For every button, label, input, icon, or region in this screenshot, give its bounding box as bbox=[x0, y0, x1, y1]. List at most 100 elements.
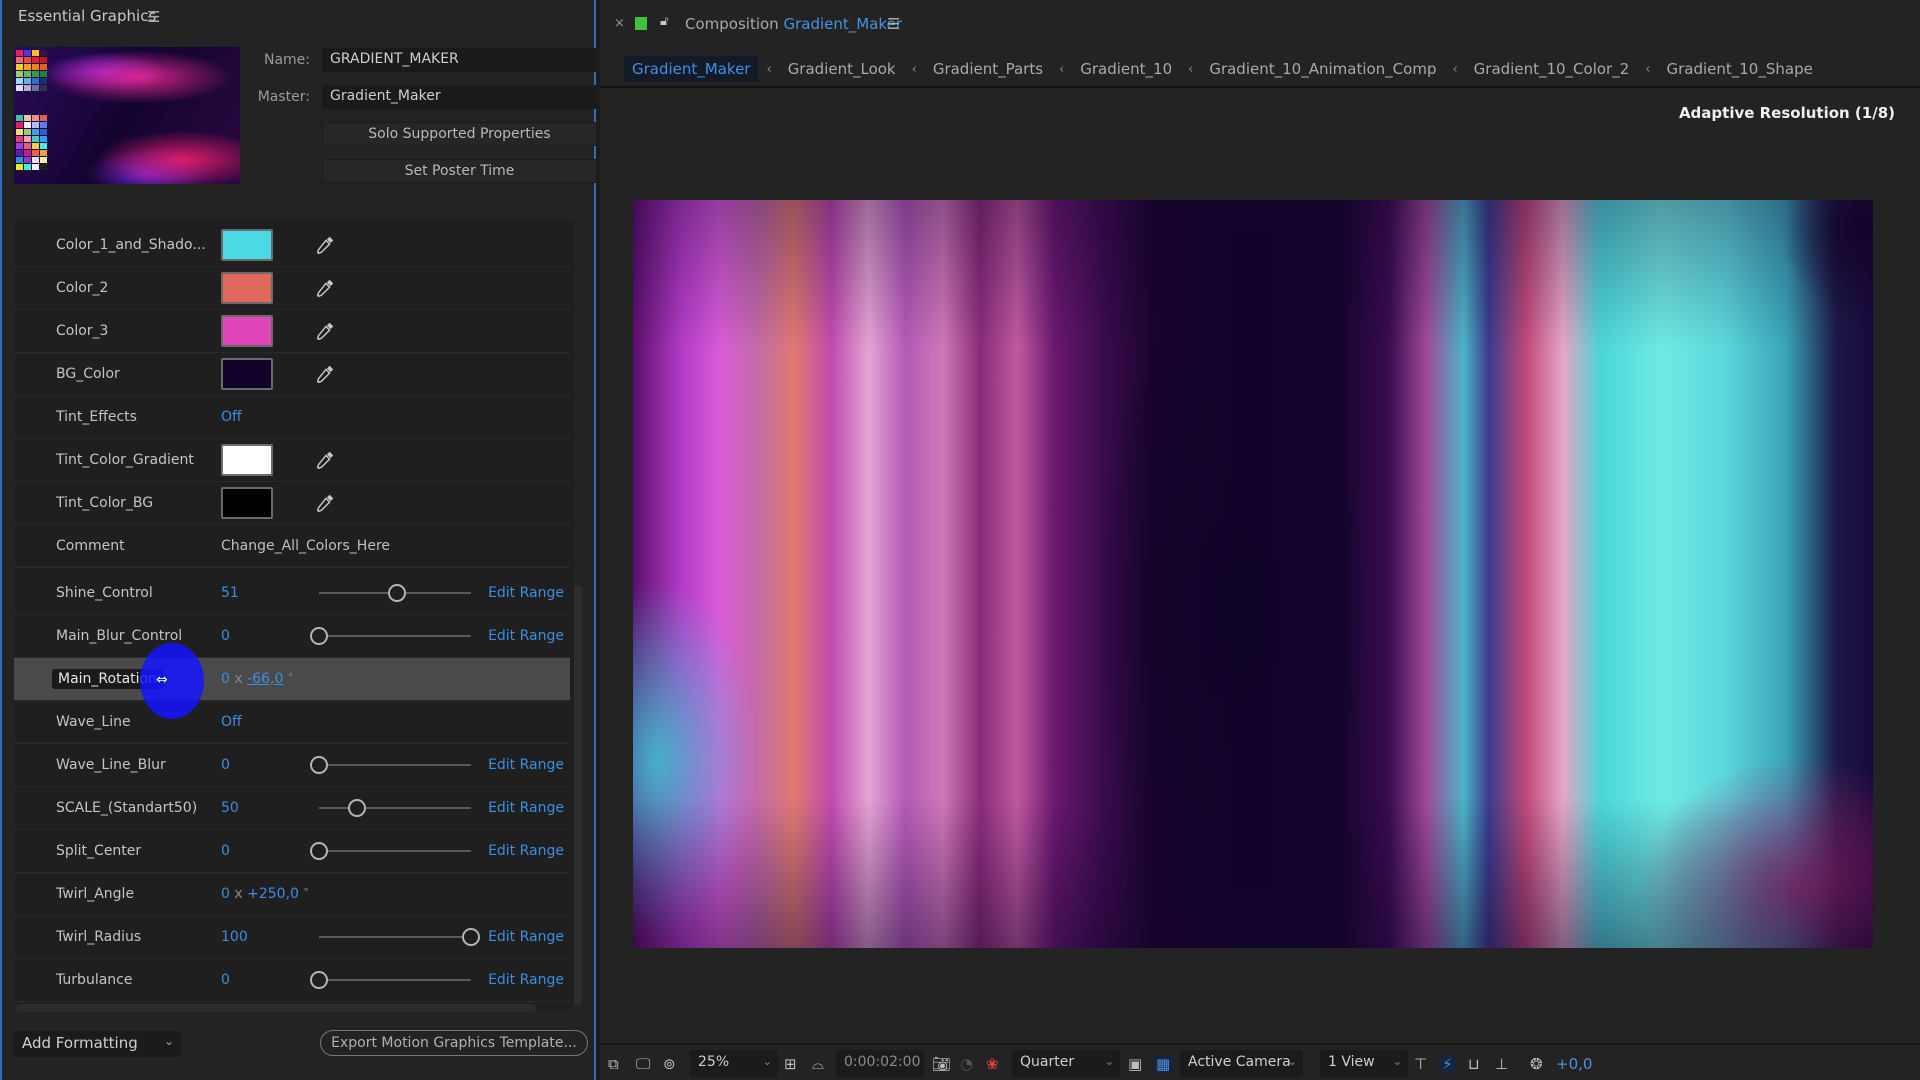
resolution-dropdown[interactable]: Quarter ⌄ bbox=[1012, 1050, 1120, 1077]
property-label[interactable]: SCALE_(Standart50) bbox=[56, 800, 197, 816]
breadcrumb-item[interactable]: Gradient_Maker bbox=[624, 56, 759, 82]
property-row[interactable]: Comment Change_All_Colors_Here bbox=[14, 525, 570, 568]
slider-thumb[interactable] bbox=[310, 842, 328, 860]
property-row[interactable]: Twirl_Radius 100 Edit Range bbox=[14, 916, 570, 959]
slider-value[interactable]: 100 bbox=[221, 929, 248, 945]
eyedropper-icon[interactable] bbox=[314, 449, 336, 471]
flowchart-icon[interactable]: ⊥ bbox=[1495, 1055, 1508, 1073]
eyedropper-icon[interactable] bbox=[314, 363, 336, 385]
property-label[interactable]: Shine_Control bbox=[56, 585, 153, 601]
slider-track[interactable] bbox=[319, 850, 471, 852]
mask-visibility-icon[interactable]: ⊚ bbox=[663, 1055, 676, 1073]
composition-preview[interactable] bbox=[633, 200, 1873, 948]
property-row[interactable]: Tint_Color_Gradient bbox=[14, 439, 570, 482]
view-layout-dropdown[interactable]: 1 View ⌄ bbox=[1320, 1050, 1408, 1077]
angle-degrees[interactable]: +250,0 bbox=[247, 886, 299, 902]
add-formatting-dropdown[interactable]: Add Formatting ⌄ bbox=[14, 1031, 182, 1057]
property-row[interactable]: Turbulance 0 Edit Range bbox=[14, 959, 570, 1002]
camera-view-dropdown[interactable]: Active Camera ⌄ bbox=[1180, 1050, 1303, 1077]
breadcrumb-item[interactable]: Gradient_10_Shape bbox=[1658, 56, 1820, 82]
slider-thumb[interactable] bbox=[348, 799, 366, 817]
property-slider[interactable] bbox=[319, 584, 471, 602]
angle-value[interactable]: 0 x +250,0 ° bbox=[221, 886, 309, 902]
eyedropper-icon[interactable] bbox=[314, 320, 336, 342]
toggle-pixel-aspect-icon[interactable]: ⊤ bbox=[1414, 1055, 1427, 1073]
property-label[interactable]: Color_2 bbox=[56, 280, 108, 296]
property-row[interactable]: Tint_Effects Off bbox=[14, 396, 570, 439]
composition-tab[interactable]: × 🔓︎ Composition Gradient_Maker ☰ bbox=[600, 0, 1920, 48]
property-label[interactable]: Comment bbox=[56, 538, 125, 554]
label-color-swatch[interactable] bbox=[635, 17, 647, 30]
property-slider[interactable] bbox=[319, 928, 480, 946]
timeline-icon[interactable]: ⊔ bbox=[1468, 1055, 1480, 1073]
current-time-display[interactable]: 0:00:02:00 bbox=[836, 1050, 924, 1077]
color-channels-icon[interactable]: ❀ bbox=[986, 1055, 999, 1073]
edit-range-link[interactable]: Edit Range bbox=[488, 972, 564, 988]
property-label[interactable]: Main_Blur_Control bbox=[56, 628, 182, 644]
property-row[interactable]: Split_Center 0 Edit Range bbox=[14, 830, 570, 873]
color-swatch[interactable] bbox=[221, 315, 273, 347]
property-row[interactable]: Main_Rotation 0 x -66,0 ° bbox=[14, 658, 570, 701]
edit-range-link[interactable]: Edit Range bbox=[488, 585, 564, 601]
breadcrumb-item[interactable]: Gradient_Parts bbox=[925, 56, 1051, 82]
lock-icon[interactable]: 🔓︎ bbox=[660, 14, 668, 29]
property-row[interactable]: BG_Color bbox=[14, 353, 570, 396]
angle-degrees[interactable]: -66,0 bbox=[247, 671, 283, 687]
eyedropper-icon[interactable] bbox=[314, 492, 336, 514]
degree-symbol[interactable]: ° bbox=[288, 671, 294, 684]
hamburger-menu-icon[interactable]: ☰ bbox=[887, 15, 900, 33]
export-motion-graphics-template-button[interactable]: Export Motion Graphics Template... bbox=[320, 1030, 588, 1056]
close-tab-icon[interactable]: × bbox=[614, 16, 625, 31]
angle-revolutions[interactable]: 0 bbox=[221, 671, 230, 687]
transparency-grid-icon[interactable]: ▦ bbox=[1153, 1055, 1174, 1073]
color-swatch[interactable] bbox=[221, 358, 273, 390]
slider-track[interactable] bbox=[319, 764, 471, 766]
property-label[interactable]: Wave_Line bbox=[56, 714, 131, 730]
slider-track[interactable] bbox=[319, 936, 471, 938]
breadcrumb-item[interactable]: Gradient_10 bbox=[1072, 56, 1180, 82]
properties-horizontal-scrollbar[interactable] bbox=[16, 1004, 536, 1012]
property-label[interactable]: Color_1_and_Shado... bbox=[56, 237, 206, 253]
breadcrumb-item[interactable]: Gradient_10_Animation_Comp bbox=[1201, 56, 1444, 82]
property-label[interactable]: Wave_Line_Blur bbox=[56, 757, 166, 773]
title-action-safe-icon[interactable]: ⊞ bbox=[784, 1055, 797, 1073]
edit-range-link[interactable]: Edit Range bbox=[488, 757, 564, 773]
property-slider[interactable] bbox=[310, 627, 471, 645]
slider-track[interactable] bbox=[319, 635, 471, 637]
slider-thumb[interactable] bbox=[310, 627, 328, 645]
property-label[interactable]: BG_Color bbox=[56, 366, 120, 382]
exposure-value[interactable]: +0,0 bbox=[1556, 1055, 1592, 1073]
slider-thumb[interactable] bbox=[310, 971, 328, 989]
slider-thumb[interactable] bbox=[462, 928, 480, 946]
angle-multiplier[interactable]: x bbox=[234, 886, 242, 902]
color-swatch[interactable] bbox=[221, 272, 273, 304]
breadcrumb-item[interactable]: Gradient_10_Color_2 bbox=[1466, 56, 1638, 82]
toggle-value[interactable]: Off bbox=[221, 714, 242, 730]
edit-range-link[interactable]: Edit Range bbox=[488, 929, 564, 945]
edit-range-link[interactable]: Edit Range bbox=[488, 800, 564, 816]
master-field[interactable]: Gradient_Maker bbox=[322, 85, 597, 109]
angle-revolutions[interactable]: 0 bbox=[221, 886, 230, 902]
property-slider[interactable] bbox=[310, 842, 471, 860]
reset-exposure-icon[interactable]: ❂ bbox=[1530, 1055, 1543, 1073]
region-of-interest-icon[interactable]: ▣ bbox=[1128, 1055, 1142, 1073]
snapshot-camera-icon[interactable]: 📷︎ bbox=[932, 1055, 951, 1073]
slider-value[interactable]: 50 bbox=[221, 800, 239, 816]
slider-value[interactable]: 51 bbox=[221, 585, 239, 601]
angle-multiplier[interactable]: x bbox=[234, 671, 242, 687]
slider-value[interactable]: 0 bbox=[221, 628, 230, 644]
slider-value[interactable]: 0 bbox=[221, 972, 230, 988]
hamburger-menu-icon[interactable]: ☰ bbox=[147, 8, 160, 26]
property-row[interactable]: Tint_Color_BG bbox=[14, 482, 570, 525]
property-row[interactable]: Twirl_Angle 0 x +250,0 ° bbox=[14, 873, 570, 916]
toggle-value[interactable]: Off bbox=[221, 409, 242, 425]
properties-scrollbar[interactable] bbox=[574, 585, 582, 1005]
angle-value[interactable]: 0 x -66,0 ° bbox=[221, 671, 293, 687]
property-row[interactable]: Shine_Control 51 Edit Range bbox=[14, 572, 570, 615]
eyedropper-icon[interactable] bbox=[314, 277, 336, 299]
property-label[interactable]: Split_Center bbox=[56, 843, 141, 859]
property-slider[interactable] bbox=[310, 971, 471, 989]
color-swatch[interactable] bbox=[221, 229, 273, 261]
property-label[interactable]: Tint_Color_BG bbox=[56, 495, 153, 511]
breadcrumb-item[interactable]: Gradient_Look bbox=[780, 56, 904, 82]
